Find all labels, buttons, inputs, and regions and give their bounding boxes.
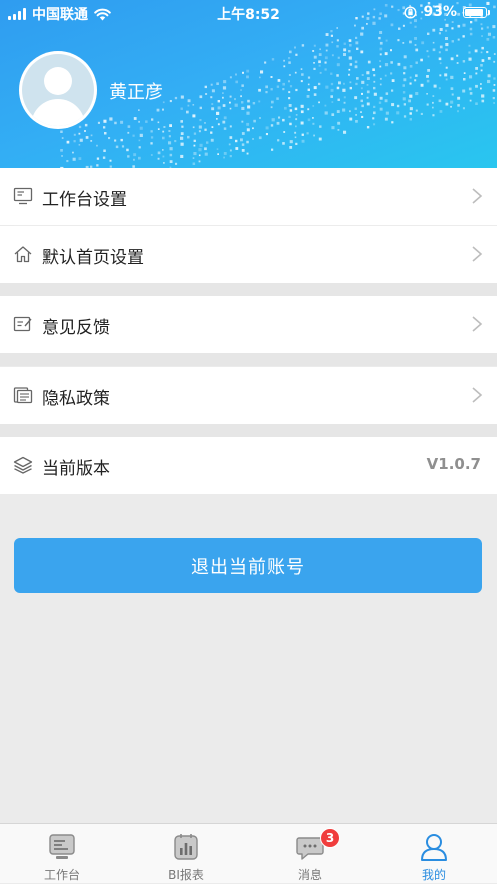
status-right: 93% [404,4,490,20]
avatar-placeholder-icon [22,54,94,126]
chevron-right-icon [472,246,483,262]
menu-label-homepage-settings: 默认首页设置 [42,248,144,268]
section-gap [0,283,497,296]
tab-bi-report[interactable]: BI报表 [124,824,248,884]
battery-icon [463,6,490,18]
edit-note-icon [13,316,32,332]
tab-bar: 工作台 BI报表 3 消息 我的 [0,823,497,883]
version-value: V1.0.7 [426,455,481,473]
menu-label-privacy-policy: 隐私政策 [42,389,110,409]
tab-label-profile: 我的 [421,868,446,882]
tab-messages[interactable]: 3 消息 [248,824,372,884]
layers-icon [13,456,33,474]
document-icon [13,387,33,404]
tab-label-messages: 消息 [297,868,322,882]
chevron-right-icon [472,316,483,332]
avatar[interactable] [19,51,97,129]
tab-label-bi-report: BI报表 [168,868,204,882]
tab-label-workbench: 工作台 [43,868,80,882]
bi-report-icon [174,834,198,860]
menu-label-feedback: 意见反馈 [42,318,110,338]
menu-item-workbench-settings[interactable]: 工作台设置 [0,168,497,225]
profile-header: 中国联通 上午8:52 93% 黄正彦 [0,0,497,168]
status-bar: 中国联通 上午8:52 93% [0,0,497,26]
battery-percent: 93% [423,4,457,20]
menu-item-homepage-settings[interactable]: 默认首页设置 [0,226,497,283]
section-gap [0,353,497,366]
menu-label-current-version: 当前版本 [42,459,110,479]
monitor-icon [13,187,33,205]
chevron-right-icon [472,188,483,204]
user-name: 黄正彦 [109,82,163,103]
orientation-lock-icon [404,5,417,19]
logout-button[interactable]: 退出当前账号 [14,538,482,593]
menu-item-feedback[interactable]: 意见反馈 [0,296,497,353]
section-gap [0,424,497,437]
tab-workbench[interactable]: 工作台 [0,824,124,884]
battery-fill [465,8,483,16]
profile-icon [421,834,447,861]
tab-profile[interactable]: 我的 [372,824,496,884]
chevron-right-icon [472,387,483,403]
workbench-icon [49,834,75,859]
menu-label-workbench-settings: 工作台设置 [42,190,127,210]
unread-badge: 3 [320,828,340,848]
menu-item-current-version: 当前版本 V1.0.7 [0,437,497,494]
home-icon [14,246,32,263]
menu-item-privacy-policy[interactable]: 隐私政策 [0,367,497,424]
